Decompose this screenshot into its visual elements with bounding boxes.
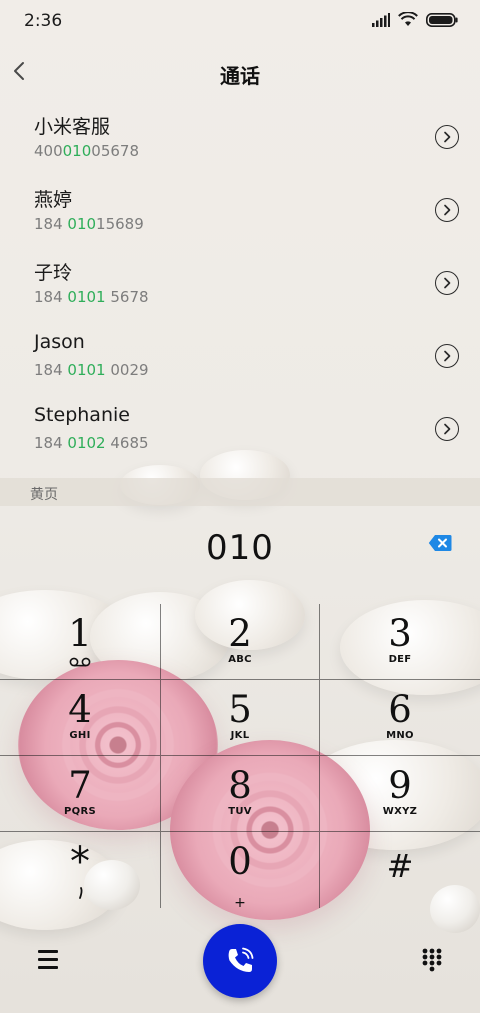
contact-item[interactable]: 燕婷 184 01015689 <box>0 175 480 248</box>
key-digit: 4 <box>68 688 92 731</box>
contact-detail-button[interactable] <box>435 344 459 368</box>
page-title: 通话 <box>220 64 260 88</box>
contact-detail-button[interactable] <box>435 271 459 295</box>
contact-number: 184 01015689 <box>34 215 144 233</box>
dialpad-icon <box>422 948 442 972</box>
key-star[interactable]: * <box>0 832 160 908</box>
menu-button[interactable] <box>38 950 60 969</box>
phone-icon <box>228 947 254 972</box>
key-5[interactable]: 5 JKL <box>160 680 320 756</box>
key-9[interactable]: 9 WXYZ <box>320 756 480 832</box>
pause-comma-icon <box>79 887 83 899</box>
chevron-right-circle-icon <box>444 131 451 143</box>
match-highlight: 0101 <box>67 288 106 306</box>
key-digit: 2 <box>228 612 252 655</box>
key-letters: + <box>234 895 246 911</box>
match-highlight: 0102 <box>67 434 106 452</box>
battery-icon <box>426 12 458 27</box>
dialpad: 1 2 ABC 3 DEF 4 GHI 5 JKL 6 MNO 7 PQRS 8… <box>0 604 480 911</box>
key-letters: JKL <box>230 730 250 741</box>
chevron-right-circle-icon <box>444 423 451 435</box>
key-digit: 5 <box>228 688 252 731</box>
delete-button[interactable] <box>428 534 452 552</box>
call-button[interactable] <box>203 924 277 998</box>
contact-item[interactable]: Stephanie 184 0102 4685 <box>0 394 480 467</box>
key-6[interactable]: 6 MNO <box>320 680 480 756</box>
section-label: 黄页 <box>30 487 58 503</box>
status-bar: 2:36 <box>0 0 480 42</box>
key-letters: ABC <box>228 654 252 665</box>
chevron-right-circle-icon <box>444 204 451 216</box>
key-2[interactable]: 2 ABC <box>160 604 320 680</box>
backspace-icon <box>428 535 452 551</box>
key-7[interactable]: 7 PQRS <box>0 756 160 832</box>
contact-detail-button[interactable] <box>435 417 459 441</box>
contact-item[interactable]: Jason 184 0101 0029 <box>0 321 480 394</box>
key-letters: GHI <box>69 730 91 741</box>
status-time: 2:36 <box>24 11 63 31</box>
chevron-right-circle-icon <box>444 277 451 289</box>
match-highlight: 0101 <box>67 361 106 379</box>
key-8[interactable]: 8 TUV <box>160 756 320 832</box>
key-letters: TUV <box>228 806 252 817</box>
contact-number: 40001005678 <box>34 142 139 160</box>
key-digit: 9 <box>388 764 412 807</box>
contact-name: Jason <box>34 331 85 353</box>
key-digit: 3 <box>388 612 412 655</box>
match-highlight: 010 <box>62 142 92 160</box>
dial-display: 010 <box>0 506 480 592</box>
contact-item[interactable]: 小米客服 40001005678 <box>0 102 480 175</box>
contact-number: 184 0102 4685 <box>34 434 149 452</box>
status-icons <box>372 12 458 27</box>
contact-detail-button[interactable] <box>435 125 459 149</box>
contact-number: 184 0101 5678 <box>34 288 149 306</box>
contact-detail-button[interactable] <box>435 198 459 222</box>
key-letters: WXYZ <box>382 806 418 817</box>
header: 通话 <box>0 50 480 94</box>
dialed-number[interactable]: 010 <box>0 528 480 568</box>
contact-item[interactable]: 子玲 184 0101 5678 <box>0 248 480 321</box>
contact-name: 小米客服 <box>34 116 111 138</box>
key-letters: PQRS <box>64 806 96 817</box>
match-highlight: 010 <box>67 215 97 233</box>
signal-icon <box>372 12 390 27</box>
key-digit: 1 <box>68 612 92 655</box>
key-hash[interactable]: # <box>320 832 480 908</box>
key-3[interactable]: 3 DEF <box>320 604 480 680</box>
bottom-bar <box>0 922 480 1002</box>
key-digit: 6 <box>388 688 412 731</box>
contact-list: 小米客服 40001005678 燕婷 184 01015689 子玲 184 … <box>0 102 480 467</box>
voicemail-icon <box>69 657 91 667</box>
key-0[interactable]: 0 + <box>160 832 320 911</box>
contact-name: 燕婷 <box>34 189 73 211</box>
key-digit: 0 <box>228 840 252 883</box>
contact-name: Stephanie <box>34 404 130 426</box>
section-header-yellow-pages: 黄页 <box>0 478 480 506</box>
contact-number: 184 0101 0029 <box>34 361 149 379</box>
key-digit: # <box>386 847 414 885</box>
contact-name: 子玲 <box>34 262 73 284</box>
key-4[interactable]: 4 GHI <box>0 680 160 756</box>
key-digit: * <box>70 839 90 885</box>
key-1[interactable]: 1 <box>0 604 160 680</box>
key-letters: DEF <box>388 654 412 665</box>
hamburger-menu-icon <box>38 950 60 969</box>
key-letters: MNO <box>386 730 414 741</box>
dialpad-toggle-button[interactable] <box>422 948 442 972</box>
wifi-icon <box>398 12 418 26</box>
chevron-right-circle-icon <box>444 350 451 362</box>
key-digit: 7 <box>68 764 92 807</box>
key-digit: 8 <box>228 764 252 807</box>
